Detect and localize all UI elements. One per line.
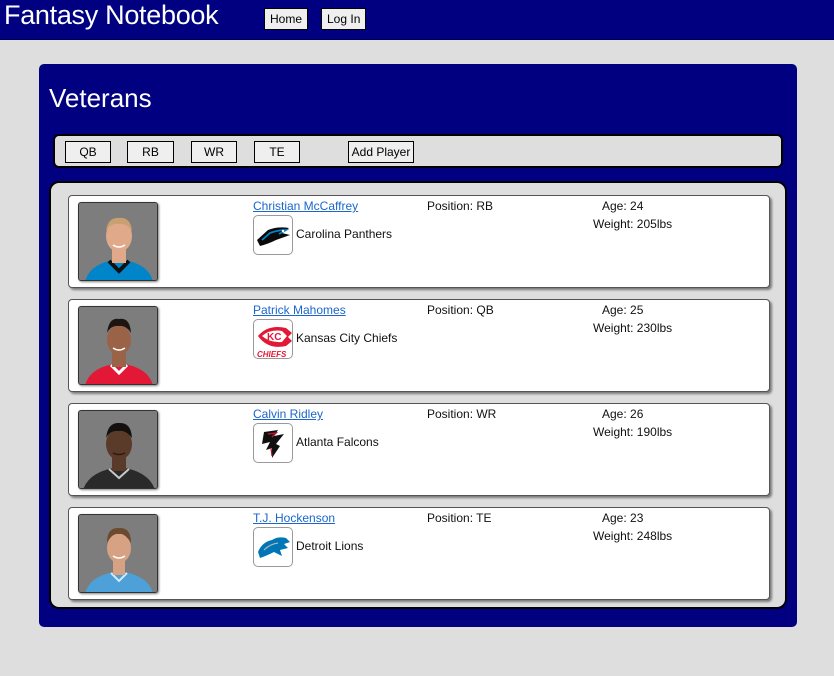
page-title: Veterans xyxy=(49,83,152,113)
team-name: Carolina Panthers xyxy=(296,227,393,241)
player-photo xyxy=(78,410,158,489)
player-card: T.J. Hockenson Detroit Lions Position: T… xyxy=(68,507,770,600)
player-photo xyxy=(78,514,158,593)
lions-logo-icon xyxy=(253,527,293,567)
player-weight: Weight: 205lbs xyxy=(593,217,673,231)
filter-te-button[interactable]: TE xyxy=(254,141,300,163)
chiefs-logo-icon: KC CHIEFS xyxy=(253,319,293,359)
panthers-logo-icon xyxy=(253,215,293,255)
player-photo xyxy=(78,306,158,385)
player-list: Christian McCaffrey Carolina Panthers Po… xyxy=(49,181,787,609)
team-name: Kansas City Chiefs xyxy=(296,331,398,345)
player-position: Position: WR xyxy=(427,407,497,421)
filter-rb-button[interactable]: RB xyxy=(127,141,174,163)
player-weight: Weight: 248lbs xyxy=(593,529,673,543)
player-age: Age: 25 xyxy=(602,303,644,317)
position-filter-bar: QB RB WR TE Add Player xyxy=(53,134,783,168)
player-card: Christian McCaffrey Carolina Panthers Po… xyxy=(68,195,770,288)
player-name-link[interactable]: Christian McCaffrey xyxy=(253,199,358,213)
home-button[interactable]: Home xyxy=(264,8,309,30)
player-card: Patrick Mahomes KC CHIEFS Kansas City Ch… xyxy=(68,299,770,392)
player-position: Position: RB xyxy=(427,199,494,213)
add-player-button[interactable]: Add Player xyxy=(348,141,414,163)
team-name: Atlanta Falcons xyxy=(296,435,379,449)
falcons-logo-icon xyxy=(253,423,293,463)
player-name-link[interactable]: Patrick Mahomes xyxy=(253,303,346,317)
filter-wr-button[interactable]: WR xyxy=(191,141,237,163)
player-weight: Weight: 230lbs xyxy=(593,321,673,335)
svg-text:CHIEFS: CHIEFS xyxy=(257,350,287,359)
player-age: Age: 26 xyxy=(602,407,644,421)
player-weight: Weight: 190lbs xyxy=(593,425,673,439)
player-age: Age: 24 xyxy=(602,199,644,213)
filter-qb-button[interactable]: QB xyxy=(65,141,111,163)
player-position: Position: TE xyxy=(427,511,492,525)
player-name-link[interactable]: T.J. Hockenson xyxy=(253,511,335,525)
player-age: Age: 23 xyxy=(602,511,644,525)
player-photo xyxy=(78,202,158,281)
player-card: Calvin Ridley Atlanta Falcons Position: … xyxy=(68,403,770,496)
top-nav-bar: Fantasy Notebook Home Log In xyxy=(0,0,834,40)
login-button[interactable]: Log In xyxy=(321,8,367,30)
app-title: Fantasy Notebook xyxy=(4,0,219,30)
team-name: Detroit Lions xyxy=(296,539,364,553)
veterans-panel: Veterans QB RB WR TE Add Player Christia… xyxy=(39,64,797,627)
player-name-link[interactable]: Calvin Ridley xyxy=(253,407,323,421)
svg-text:KC: KC xyxy=(267,332,281,343)
player-position: Position: QB xyxy=(427,303,494,317)
